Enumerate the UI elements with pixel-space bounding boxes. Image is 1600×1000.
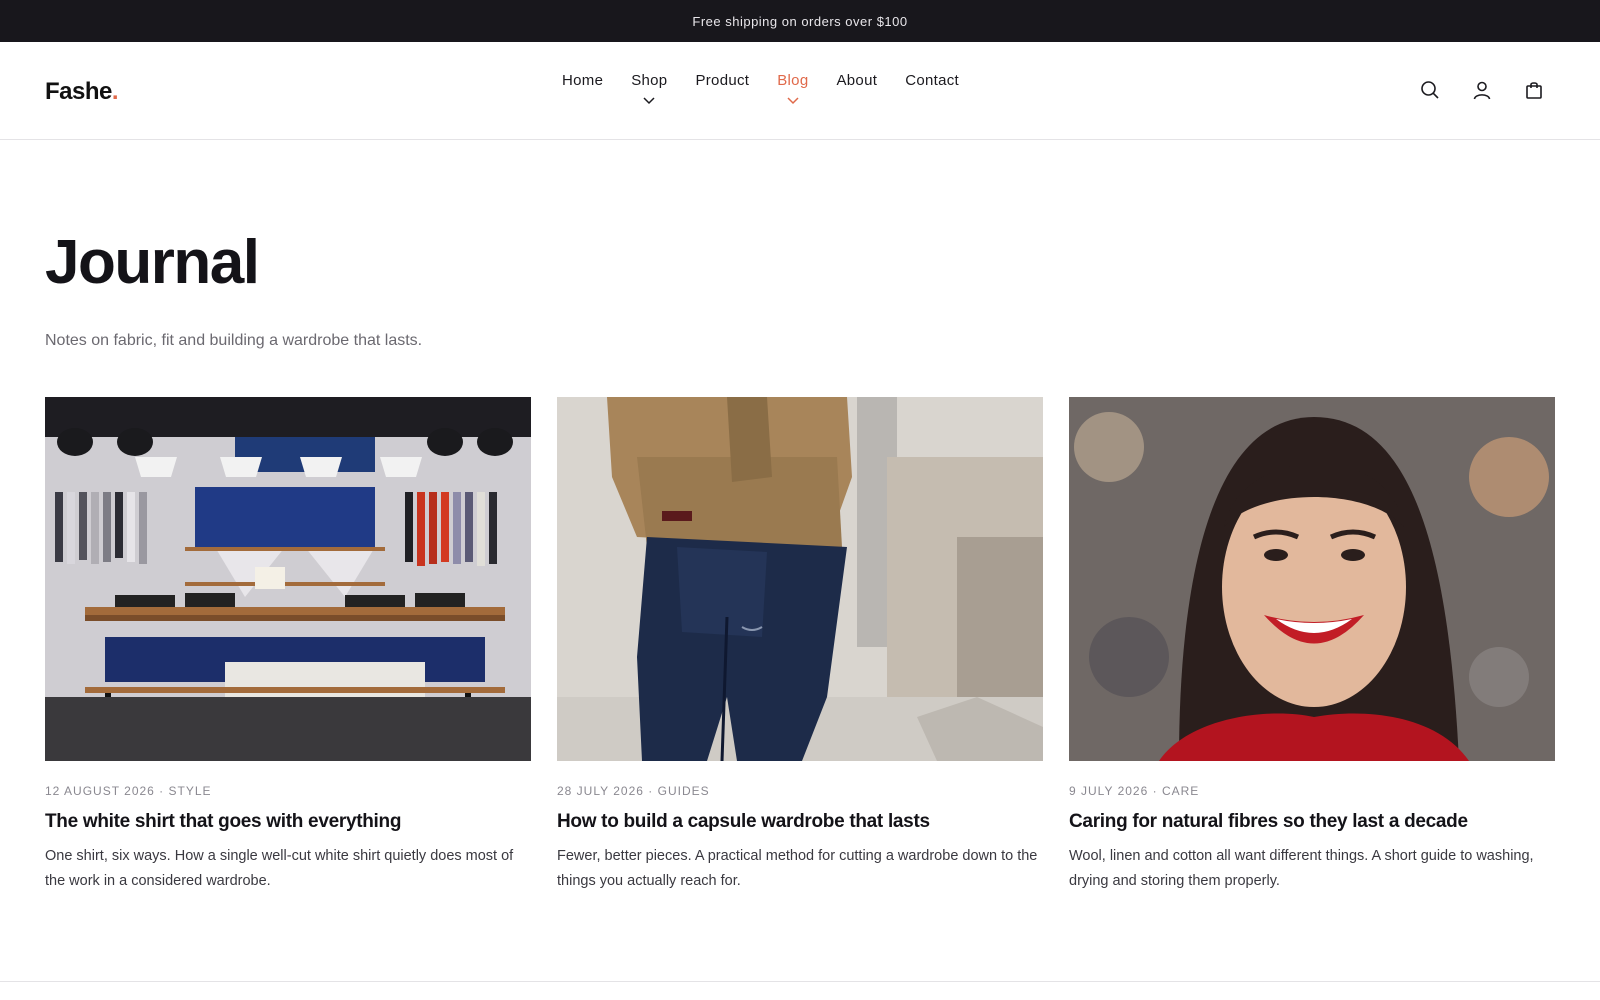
nav-item-home[interactable]: Home (562, 72, 603, 89)
logo-text: Fashe (45, 78, 112, 105)
post-title[interactable]: How to build a capsule wardrobe that las… (557, 811, 1043, 833)
post-image-smiling-woman[interactable] (1069, 397, 1555, 761)
main-nav: Home Shop Product Blog About Contact (562, 72, 987, 105)
nav-label: Product (695, 72, 750, 89)
post-card[interactable]: 12 August 2026 · Style The white shirt t… (45, 397, 531, 894)
nav-label: Contact (905, 72, 959, 89)
shopping-bag-icon[interactable] (1523, 79, 1545, 101)
page-subtitle: Notes on fabric, fit and building a ward… (45, 332, 423, 349)
post-card[interactable]: 9 July 2026 · Care Caring for natural fi… (1069, 397, 1555, 894)
nav-label: Shop (631, 72, 668, 89)
post-image-store-interior[interactable] (45, 397, 531, 761)
post-excerpt: Wool, linen and cotton all want differen… (1069, 848, 1534, 889)
logo-dot: . (111, 78, 119, 105)
post-excerpt: Fewer, better pieces. A practical method… (557, 848, 1038, 889)
post-meta: 9 July 2026 · Care (1069, 784, 1200, 798)
announcement-text: Free shipping on orders over $100 (692, 13, 908, 29)
header-actions (1419, 79, 1545, 101)
account-icon[interactable] (1471, 79, 1493, 101)
post-grid: 12 August 2026 · Style The white shirt t… (45, 397, 1555, 894)
post-title[interactable]: The white shirt that goes with everythin… (45, 811, 531, 833)
announcement-bar: Free shipping on orders over $100 (0, 0, 1600, 42)
nav-item-about[interactable]: About (836, 72, 877, 89)
post-card[interactable]: 28 July 2026 · Guides How to build a cap… (557, 397, 1043, 894)
site-header: Fashe. Home Shop Product Blog About Cont… (0, 42, 1600, 140)
post-image-jacket-jeans[interactable] (557, 397, 1043, 761)
nav-item-shop[interactable]: Shop (631, 72, 668, 105)
chevron-down-icon (643, 97, 655, 105)
post-meta: 28 July 2026 · Guides (557, 784, 710, 798)
nav-item-contact[interactable]: Contact (905, 72, 959, 89)
page-title: Journal (45, 228, 260, 297)
blog-main: Journal Notes on fabric, fit and buildin… (0, 232, 1600, 894)
post-excerpt: One shirt, six ways. How a single well-c… (45, 848, 514, 889)
chevron-down-icon (787, 97, 799, 105)
site-logo[interactable]: Fashe. (45, 78, 119, 106)
nav-label: About (836, 72, 878, 89)
post-title[interactable]: Caring for natural fibres so they last a… (1069, 811, 1555, 833)
nav-item-product[interactable]: Product (695, 72, 749, 89)
post-meta: 12 August 2026 · Style (45, 784, 212, 798)
search-icon[interactable] (1419, 79, 1441, 101)
footer-divider (0, 981, 1600, 982)
nav-item-blog[interactable]: Blog (777, 72, 809, 105)
nav-label: Blog (777, 72, 809, 89)
nav-label: Home (562, 72, 604, 89)
